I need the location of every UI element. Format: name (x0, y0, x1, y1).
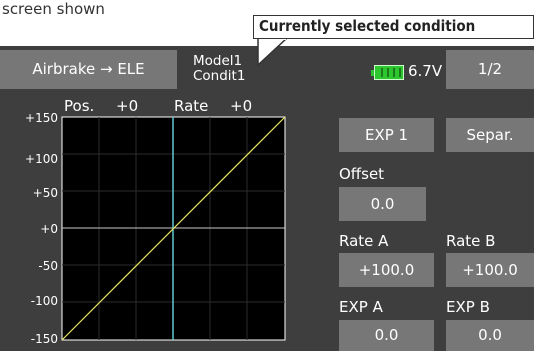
exp-a-label: EXP A (339, 298, 383, 316)
rate-b-label: Rate B (446, 232, 496, 250)
rate-a-label: Rate A (339, 232, 389, 250)
y-tick: -100 (31, 294, 58, 308)
separ-button[interactable]: Separ. (446, 118, 534, 152)
y-tick: +100 (25, 152, 58, 166)
rate-b-value[interactable]: +100.0 (446, 253, 534, 287)
exp1-button[interactable]: EXP 1 (339, 118, 434, 152)
offset-value[interactable]: 0.0 (339, 187, 426, 221)
y-tick: +50 (33, 186, 58, 200)
exp-a-value[interactable]: 0.0 (339, 320, 434, 351)
exp-b-value[interactable]: 0.0 (446, 320, 534, 351)
callout-label: Currently selected condition (253, 15, 534, 39)
y-tick: +0 (40, 222, 58, 236)
rate-a-value[interactable]: +100.0 (339, 253, 434, 287)
exp-b-label: EXP B (446, 298, 490, 316)
y-tick: -150 (31, 332, 58, 346)
y-tick: -50 (38, 259, 58, 273)
offset-label: Offset (339, 165, 385, 183)
